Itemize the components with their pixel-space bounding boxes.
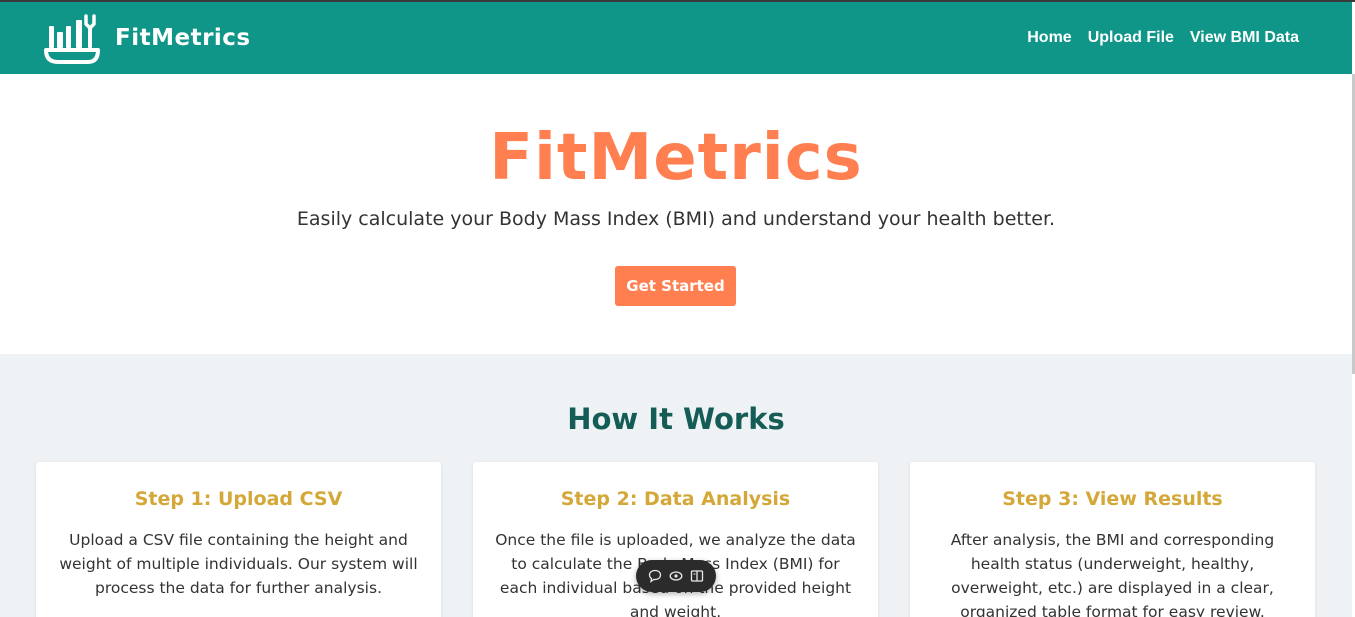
step-title: Step 1: Upload CSV xyxy=(134,488,343,510)
nav-link-upload-file[interactable]: Upload File xyxy=(1088,29,1174,47)
nav-link-view-bmi-data[interactable]: View BMI Data xyxy=(1190,29,1299,47)
fitness-logo-icon xyxy=(44,14,100,64)
floating-toolbar xyxy=(636,560,716,592)
hero-section: FitMetrics Easily calculate your Body Ma… xyxy=(0,74,1352,354)
brand[interactable]: FitMetrics xyxy=(43,10,251,66)
step-title: Step 2: Data Analysis xyxy=(560,488,791,510)
step-card-results: Step 3: View Results After analysis, the… xyxy=(910,462,1315,617)
step-card-analysis: Step 2: Data Analysis Once the file is u… xyxy=(473,462,878,617)
comment-icon[interactable] xyxy=(647,568,663,584)
step-description: After analysis, the BMI and correspondin… xyxy=(950,531,1275,617)
step-card-upload: Step 1: Upload CSV Upload a CSV file con… xyxy=(36,462,441,617)
nav-link-home[interactable]: Home xyxy=(1027,29,1071,47)
step-description: Upload a CSV file containing the height … xyxy=(59,531,418,597)
book-icon[interactable] xyxy=(689,568,705,584)
section-title: How It Works xyxy=(567,402,785,436)
step-title: Step 3: View Results xyxy=(1002,488,1223,510)
hero-subtitle: Easily calculate your Body Mass Index (B… xyxy=(296,208,1056,230)
navbar: FitMetrics Home Upload File View BMI Dat… xyxy=(0,2,1352,74)
get-started-button[interactable]: Get Started xyxy=(615,266,736,306)
hero-title: FitMetrics xyxy=(489,121,863,195)
brand-name: FitMetrics xyxy=(115,25,251,51)
nav-links: Home Upload File View BMI Data xyxy=(1027,2,1299,74)
eye-icon[interactable] xyxy=(668,568,684,584)
